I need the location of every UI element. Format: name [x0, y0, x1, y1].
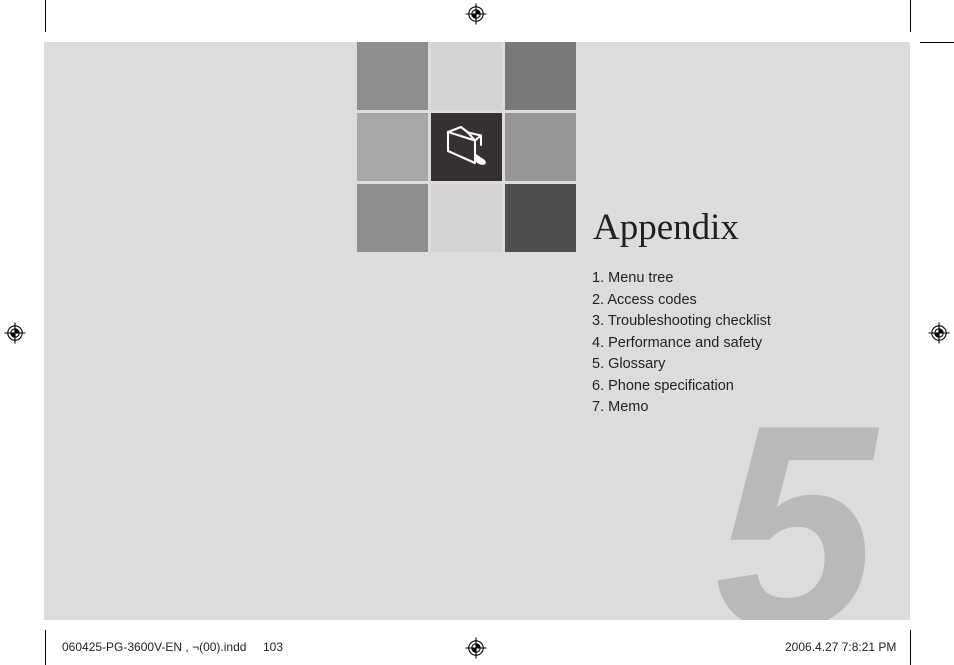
registration-mark-right-middle [928, 322, 950, 344]
grid-cell-5 [431, 113, 502, 181]
grid-cell-2 [431, 42, 502, 110]
footer-timestamp: 2006.4.27 7:8:21 PM [785, 640, 897, 654]
list-item: 5. Glossary [592, 356, 666, 372]
grid-cell-4 [357, 113, 428, 181]
page-body: 5 Appendix 1. Menu tree 2. Access codes … [44, 42, 910, 620]
crop-mark-top-left [45, 0, 46, 32]
crop-mark-bottom-left [45, 630, 46, 665]
folder-icon [442, 123, 492, 171]
list-item: 3. Troubleshooting checklist [592, 313, 771, 329]
list-item: 4. Performance and safety [592, 334, 763, 351]
grid-cell-3 [505, 42, 576, 110]
list-item: 1. Menu tree [592, 270, 674, 286]
grid-cell-1 [357, 42, 428, 110]
registration-mark-bottom-center [465, 637, 487, 659]
crop-mark-right-upper [920, 42, 954, 43]
list-item: 7. Memo [592, 399, 649, 415]
registration-mark-top-center [465, 3, 487, 25]
crop-mark-top-right [910, 0, 911, 32]
grid-cell-8 [431, 184, 502, 252]
chapter-contents-list: 1. Menu tree 2. Access codes 3. Troubles… [592, 268, 771, 419]
grid-cell-6 [505, 113, 576, 181]
grid-cell-9 [505, 184, 576, 252]
registration-mark-left-middle [4, 322, 26, 344]
print-sheet: 5 Appendix 1. Menu tree 2. Access codes … [0, 0, 954, 665]
grid-cell-7 [357, 184, 428, 252]
page-title: Appendix [593, 207, 739, 248]
footer-filename: 060425-PG-3600V-EN , ¬(00).indd [62, 640, 247, 654]
chapter-icon-grid [357, 42, 577, 256]
crop-mark-bottom-right [910, 630, 911, 665]
list-item: 2. Access codes [592, 291, 697, 308]
footer-page-number: 103 [263, 640, 284, 654]
list-item: 6. Phone specification [592, 377, 734, 394]
